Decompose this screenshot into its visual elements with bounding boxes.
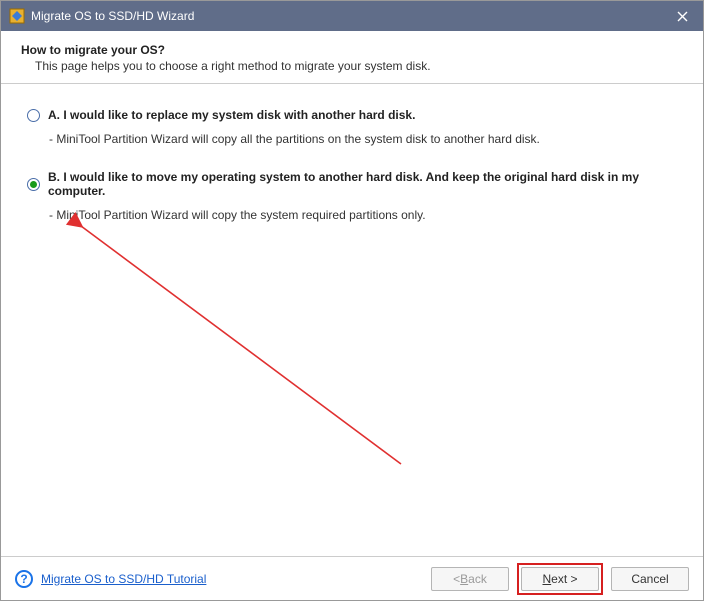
wizard-header: How to migrate your OS? This page helps … <box>1 31 703 84</box>
back-suffix: ack <box>468 572 487 586</box>
option-a-label: A. I would like to replace my system dis… <box>48 108 415 122</box>
next-ul: N <box>542 572 551 586</box>
help-icon[interactable]: ? <box>15 570 33 588</box>
back-button[interactable]: < Back <box>431 567 509 591</box>
annotation-arrow <box>1 84 681 554</box>
radio-a[interactable] <box>27 109 40 122</box>
option-a-desc: - MiniTool Partition Wizard will copy al… <box>49 132 677 146</box>
page-title: How to migrate your OS? <box>21 43 683 57</box>
close-icon[interactable] <box>669 5 695 27</box>
window-title: Migrate OS to SSD/HD Wizard <box>31 9 669 23</box>
option-b-label: B. I would like to move my operating sys… <box>48 170 677 198</box>
option-b: B. I would like to move my operating sys… <box>27 170 677 222</box>
back-prefix: < <box>453 572 460 586</box>
cancel-button[interactable]: Cancel <box>611 567 689 591</box>
option-a-radio-row[interactable]: A. I would like to replace my system dis… <box>27 108 677 122</box>
wizard-footer: ? Migrate OS to SSD/HD Tutorial < Back N… <box>1 556 703 600</box>
option-b-desc: - MiniTool Partition Wizard will copy th… <box>49 208 677 222</box>
next-button[interactable]: Next > <box>521 567 599 591</box>
radio-b[interactable] <box>27 178 40 191</box>
option-b-radio-row[interactable]: B. I would like to move my operating sys… <box>27 170 677 198</box>
wizard-content: A. I would like to replace my system dis… <box>1 84 703 554</box>
next-suffix: ext > <box>551 572 577 586</box>
back-ul: B <box>460 572 468 586</box>
next-button-highlight: Next > <box>517 563 603 595</box>
titlebar: Migrate OS to SSD/HD Wizard <box>1 1 703 31</box>
option-a: A. I would like to replace my system dis… <box>27 108 677 146</box>
page-subtitle: This page helps you to choose a right me… <box>21 59 683 73</box>
tutorial-link[interactable]: Migrate OS to SSD/HD Tutorial <box>41 572 206 586</box>
app-icon <box>9 8 25 24</box>
